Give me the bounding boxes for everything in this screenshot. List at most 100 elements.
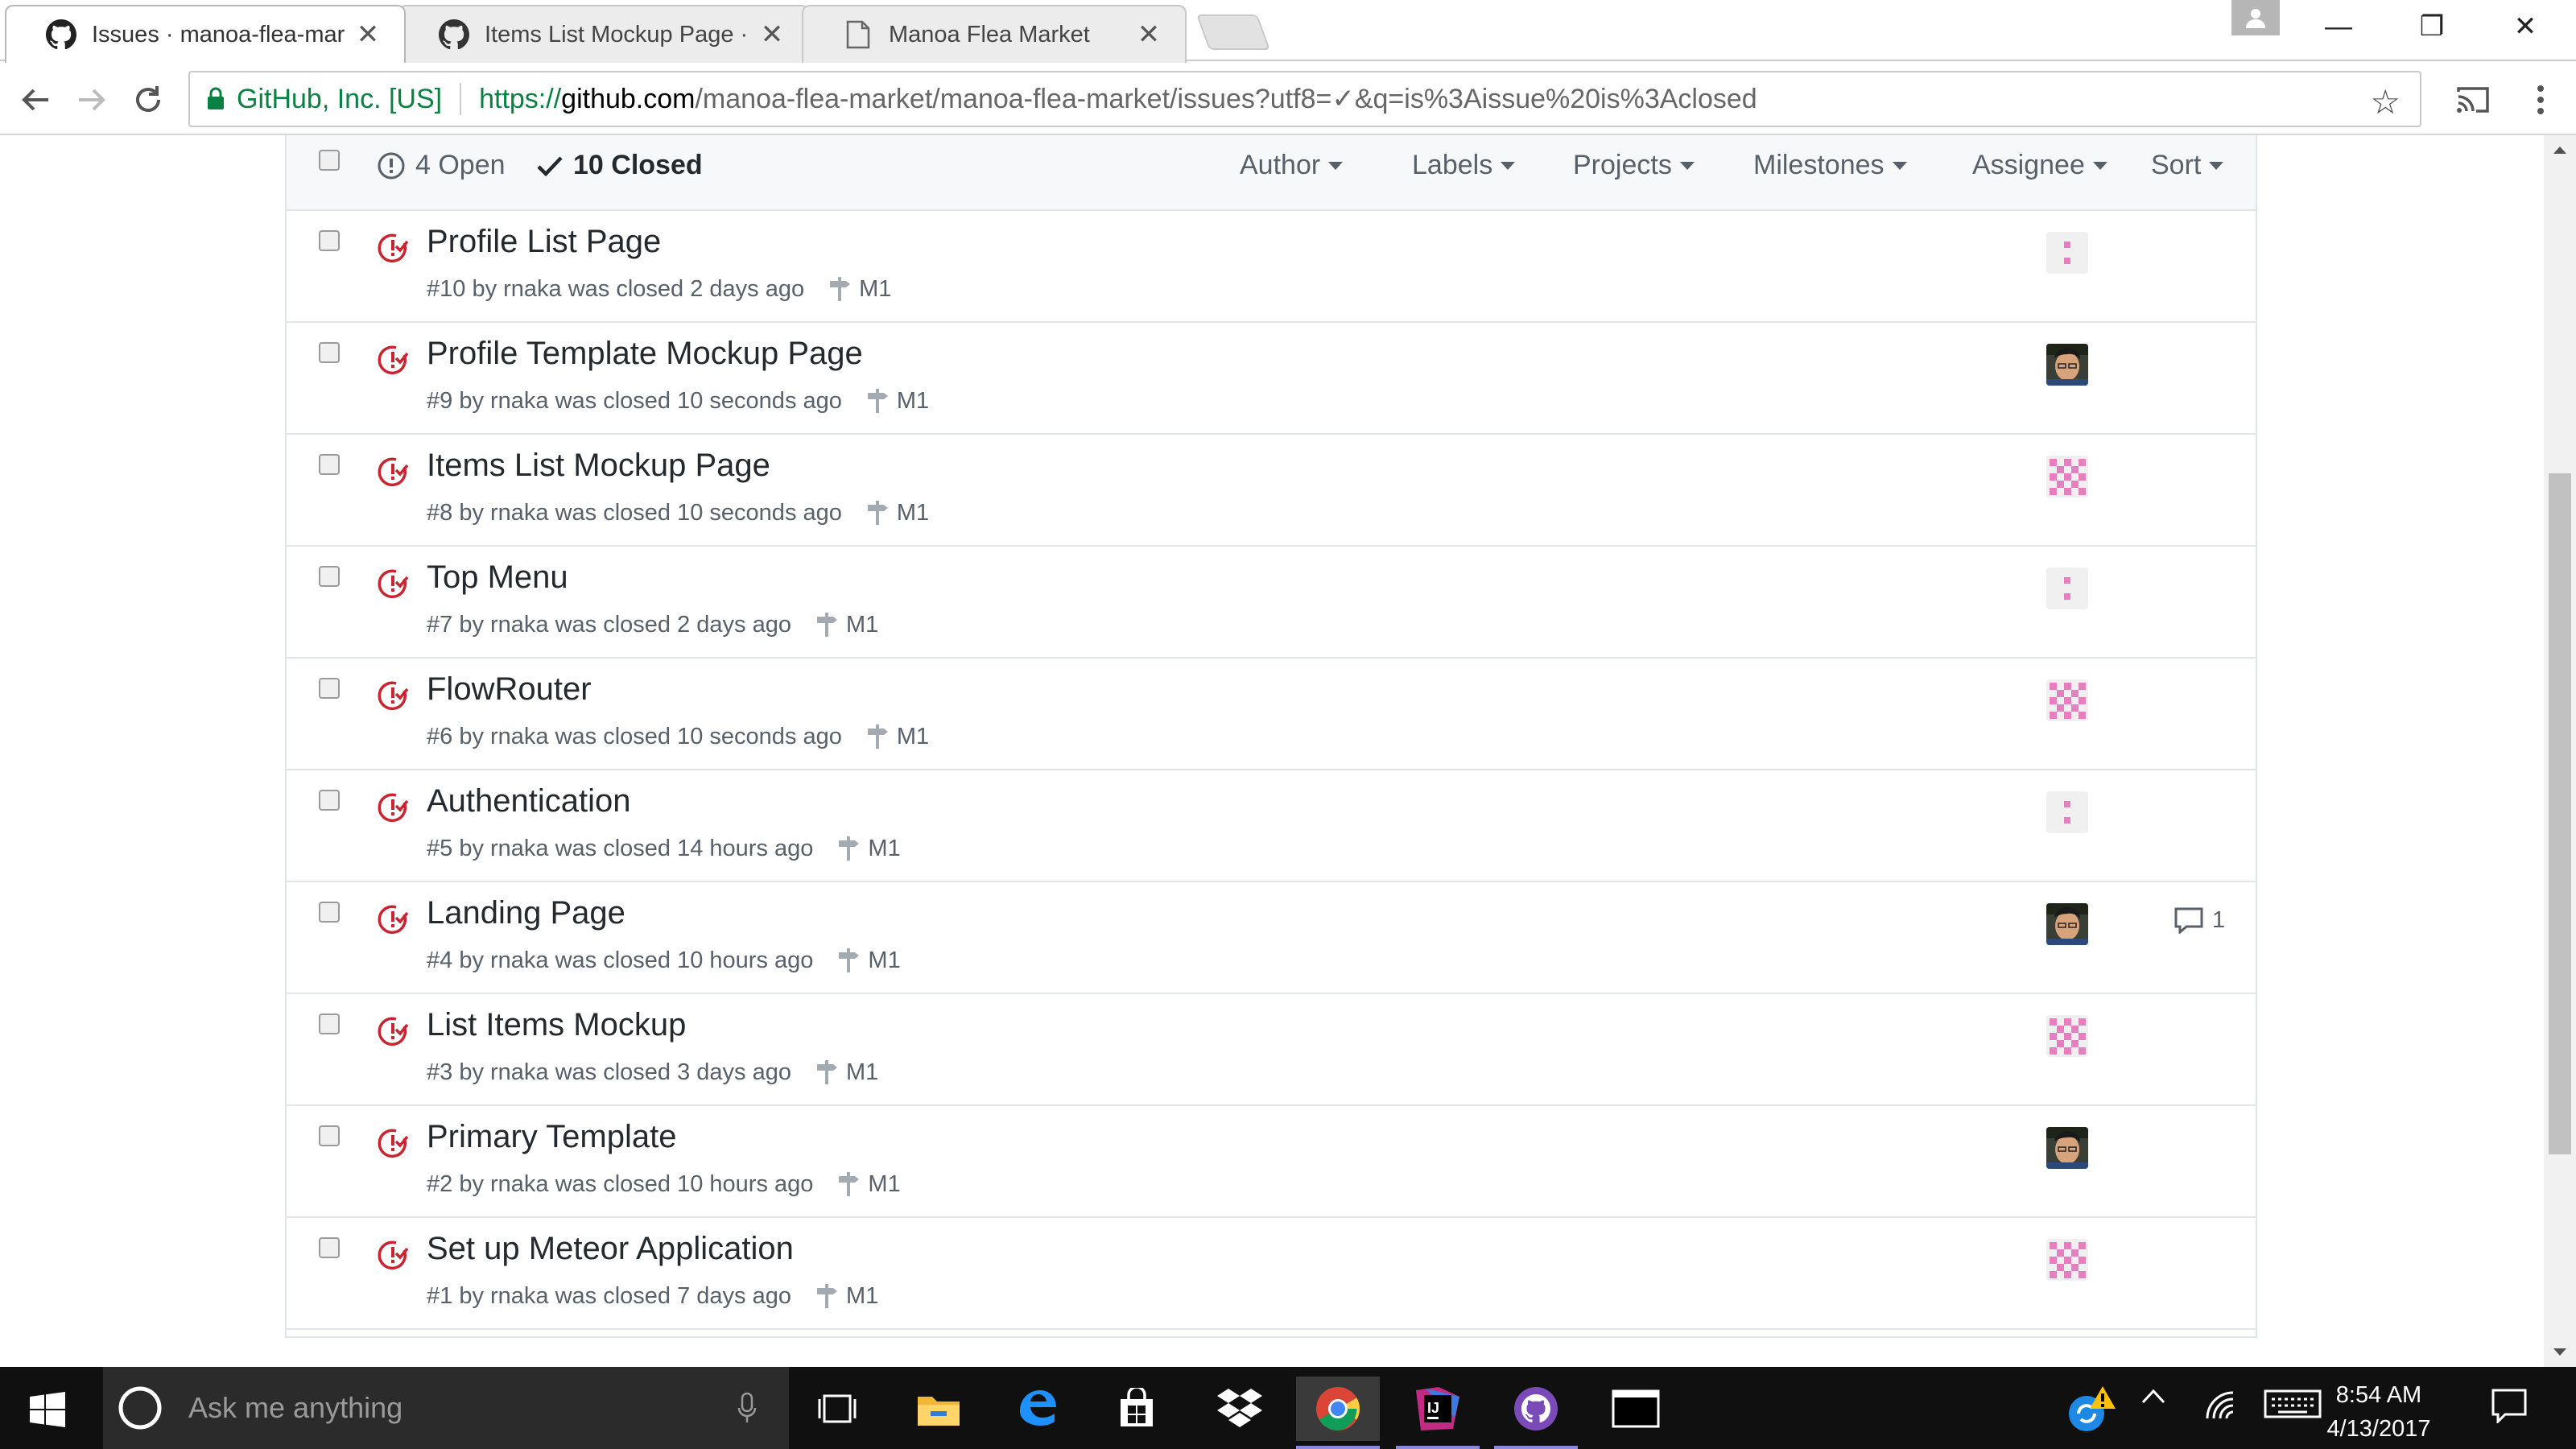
issue-title-link[interactable]: Top Menu bbox=[427, 559, 568, 596]
vertical-scrollbar[interactable] bbox=[2544, 135, 2576, 1367]
issue-checkbox[interactable] bbox=[319, 1013, 340, 1034]
issue-title-link[interactable]: Landing Page bbox=[427, 895, 625, 931]
assignee-avatar[interactable] bbox=[2046, 456, 2088, 497]
issue-checkbox[interactable] bbox=[319, 454, 340, 475]
menu-kebab-icon[interactable] bbox=[2520, 79, 2562, 121]
issue-title-link[interactable]: List Items Mockup bbox=[427, 1007, 686, 1043]
issue-row[interactable]: FlowRouter #6 by rnaka was closed 10 seco… bbox=[287, 658, 2256, 770]
issue-title-link[interactable]: Items List Mockup Page bbox=[427, 448, 770, 484]
milestone-link[interactable]: M1 bbox=[868, 1171, 900, 1198]
filter-author[interactable]: Author bbox=[1240, 150, 1344, 181]
issue-row[interactable]: Profile Template Mockup Page #9 by rnaka … bbox=[287, 323, 2256, 435]
issue-title-link[interactable]: FlowRouter bbox=[427, 671, 592, 708]
issue-row[interactable]: Authentication #5 by rnaka was closed 14 … bbox=[287, 770, 2256, 882]
cortana-search-box[interactable]: Ask me anything bbox=[103, 1367, 789, 1449]
filter-milestones[interactable]: Milestones bbox=[1753, 150, 1907, 181]
tab-manoa-flea-market[interactable]: Manoa Flea Market ✕ bbox=[802, 5, 1187, 63]
profile-button[interactable] bbox=[2231, 0, 2280, 35]
terminal-icon[interactable] bbox=[1594, 1377, 1678, 1441]
issue-checkbox[interactable] bbox=[319, 566, 340, 587]
close-icon[interactable]: ✕ bbox=[354, 19, 382, 51]
issue-row[interactable]: Primary Template #2 by rnaka was closed 1… bbox=[287, 1106, 2256, 1218]
assignee-avatar[interactable] bbox=[2046, 232, 2088, 274]
issue-row[interactable]: Set up Meteor Application #1 by rnaka was… bbox=[287, 1218, 2256, 1330]
scroll-down-arrow-icon[interactable] bbox=[2544, 1338, 2576, 1367]
issue-title-link[interactable]: Set up Meteor Application bbox=[427, 1231, 794, 1267]
milestone-link[interactable]: M1 bbox=[897, 500, 929, 526]
issue-row[interactable]: List Items Mockup #3 by rnaka was closed … bbox=[287, 994, 2256, 1106]
milestone-link[interactable]: M1 bbox=[868, 836, 900, 862]
bookmark-star-icon[interactable]: ☆ bbox=[2370, 82, 2401, 122]
address-bar[interactable]: GitHub, Inc. [US] https://github.com/man… bbox=[188, 71, 2421, 127]
filter-sort[interactable]: Sort bbox=[2151, 150, 2224, 181]
security-indicator[interactable]: GitHub, Inc. [US] bbox=[237, 84, 442, 115]
wifi-icon[interactable] bbox=[2202, 1388, 2238, 1420]
issue-checkbox[interactable] bbox=[319, 1237, 340, 1258]
update-warning-icon[interactable] bbox=[2066, 1385, 2117, 1436]
scrollbar-thumb[interactable] bbox=[2549, 473, 2571, 1154]
issue-closed-icon bbox=[378, 457, 409, 486]
new-tab-button[interactable] bbox=[1195, 14, 1271, 50]
milestone-link[interactable]: M1 bbox=[846, 1059, 878, 1086]
select-all-checkbox[interactable] bbox=[319, 150, 340, 171]
edge-icon[interactable] bbox=[995, 1377, 1079, 1441]
system-clock[interactable]: 8:54 AM 4/13/2017 bbox=[2302, 1378, 2455, 1446]
open-issues-toggle[interactable]: 4 Open bbox=[377, 150, 506, 181]
reload-button[interactable] bbox=[127, 79, 169, 121]
filter-assignee[interactable]: Assignee bbox=[1972, 150, 2107, 181]
issue-row[interactable]: Top Menu #7 by rnaka was closed 2 days ag… bbox=[287, 547, 2256, 658]
milestone-link[interactable]: M1 bbox=[859, 276, 891, 303]
assignee-avatar[interactable] bbox=[2046, 679, 2088, 721]
filter-projects[interactable]: Projects bbox=[1573, 150, 1695, 181]
show-hidden-icons-chevron-icon[interactable] bbox=[2141, 1388, 2165, 1404]
issue-title-link[interactable]: Authentication bbox=[427, 783, 631, 819]
issue-checkbox[interactable] bbox=[319, 678, 340, 699]
issue-checkbox[interactable] bbox=[319, 1125, 340, 1146]
milestone-link[interactable]: M1 bbox=[846, 1283, 878, 1310]
store-icon[interactable] bbox=[1095, 1377, 1179, 1441]
issue-title-link[interactable]: Primary Template bbox=[427, 1119, 676, 1155]
tab-items-list-mockup[interactable]: Items List Mockup Page · ✕ bbox=[398, 5, 810, 63]
assignee-avatar[interactable] bbox=[2046, 1015, 2088, 1057]
filter-labels[interactable]: Labels bbox=[1412, 150, 1516, 181]
task-view-icon[interactable] bbox=[795, 1377, 879, 1441]
issue-checkbox[interactable] bbox=[319, 902, 340, 923]
dropbox-icon[interactable] bbox=[1198, 1377, 1282, 1441]
closed-issues-toggle[interactable]: 10 Closed bbox=[536, 150, 703, 181]
issue-title-link[interactable]: Profile Template Mockup Page bbox=[427, 336, 863, 372]
back-button[interactable] bbox=[14, 79, 56, 121]
issue-checkbox[interactable] bbox=[319, 790, 340, 811]
issue-checkbox[interactable] bbox=[319, 230, 340, 251]
assignee-avatar[interactable] bbox=[2046, 791, 2088, 833]
assignee-avatar[interactable] bbox=[2046, 903, 2088, 945]
scroll-up-arrow-icon[interactable] bbox=[2544, 135, 2576, 164]
milestone-link[interactable]: M1 bbox=[897, 388, 929, 415]
forward-button[interactable] bbox=[71, 79, 113, 121]
assignee-avatar[interactable] bbox=[2046, 568, 2088, 609]
chrome-icon[interactable] bbox=[1296, 1377, 1380, 1449]
issue-checkbox[interactable] bbox=[319, 342, 340, 363]
close-icon[interactable]: ✕ bbox=[1135, 19, 1162, 51]
assignee-avatar[interactable] bbox=[2046, 344, 2088, 386]
assignee-avatar[interactable] bbox=[2046, 1127, 2088, 1169]
github-desktop-icon[interactable] bbox=[1494, 1377, 1578, 1449]
issue-row[interactable]: Items List Mockup Page #8 by rnaka was cl… bbox=[287, 435, 2256, 547]
close-icon[interactable]: ✕ bbox=[758, 19, 786, 51]
cast-icon[interactable] bbox=[2452, 79, 2494, 121]
restore-button[interactable]: ❐ bbox=[2388, 0, 2476, 53]
minimize-button[interactable]: — bbox=[2294, 0, 2383, 53]
milestone-link[interactable]: M1 bbox=[846, 612, 878, 638]
window-close-button[interactable]: ✕ bbox=[2481, 0, 2570, 53]
tab-issues[interactable]: Issues · manoa-flea-mark ✕ bbox=[5, 5, 406, 63]
milestone-link[interactable]: M1 bbox=[897, 724, 929, 750]
intellij-icon[interactable]: IJ bbox=[1396, 1377, 1480, 1449]
file-explorer-icon[interactable] bbox=[897, 1377, 980, 1441]
issue-row[interactable]: Profile List Page #10 by rnaka was closed… bbox=[287, 211, 2256, 323]
issue-title-link[interactable]: Profile List Page bbox=[427, 224, 661, 260]
issue-row[interactable]: Landing Page #4 by rnaka was closed 10 ho… bbox=[287, 882, 2256, 994]
windows-start-icon[interactable] bbox=[19, 1381, 76, 1438]
assignee-avatar[interactable] bbox=[2046, 1239, 2088, 1281]
action-center-icon[interactable] bbox=[2491, 1388, 2528, 1423]
milestone-link[interactable]: M1 bbox=[868, 947, 900, 974]
comments-count[interactable]: 1 bbox=[2174, 906, 2225, 934]
